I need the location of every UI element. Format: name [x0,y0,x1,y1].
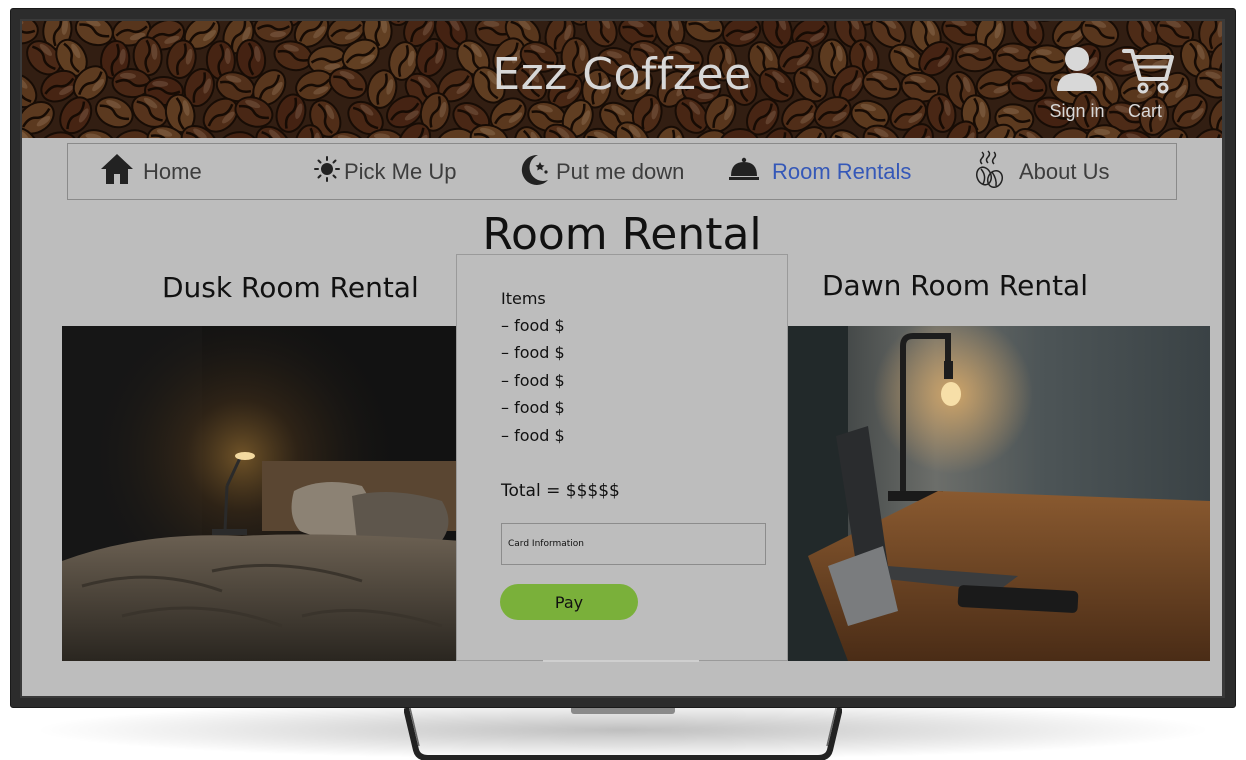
nav-item-about-us[interactable]: About Us [973,144,1110,199]
nav-item-home[interactable]: Home [99,144,202,199]
pay-button[interactable]: Pay [500,584,638,620]
sun-icon [314,155,340,188]
cart-label: Cart [1127,101,1162,121]
moon-stars-icon [520,152,552,192]
checkout-modal: Items – food $ – food $ – food $ – food … [456,254,788,662]
coffee-beans-icon [973,149,1005,194]
nav-item-put-me-down[interactable]: Put me down [520,144,684,199]
main-nav: Home Pick Me Up Put me down Room Rentals… [67,143,1177,200]
tv-stand [404,707,842,760]
nav-item-room-rentals[interactable]: Room Rentals [728,144,911,199]
site-header: Ezz Coffzee Sign in Cart [22,21,1222,138]
card-information-input[interactable] [501,523,766,565]
dawn-room-heading: Dawn Room Rental [822,269,1088,302]
dusk-room-heading: Dusk Room Rental [162,271,419,304]
cart-button[interactable]: Cart [1110,43,1180,123]
items-title: Items [501,289,546,308]
cart-icon [1122,49,1174,94]
screen: Ezz Coffzee Sign in Cart Home Pick Me Up… [22,21,1222,696]
dawn-room-image[interactable] [788,326,1210,661]
nav-item-pick-me-up[interactable]: Pick Me Up [314,144,456,199]
dusk-room-image[interactable] [62,326,462,661]
order-item: – food $ [501,343,565,362]
sign-in-label: Sign in [1049,101,1105,121]
user-icon [1057,47,1097,91]
nav-label-about-us: About Us [1019,158,1110,184]
order-item: – food $ [501,371,565,390]
nav-label-put-me-down: Put me down [556,158,685,184]
nav-label-room-rentals: Room Rentals [772,158,912,184]
order-item: – food $ [501,398,565,417]
order-item: – food $ [501,426,565,445]
order-total: Total = $$$$$ [501,481,620,501]
page-title: Room Rental [482,209,762,260]
nav-label-pick-me-up: Pick Me Up [344,158,457,184]
order-item: – food $ [501,316,565,335]
service-bell-icon [728,156,760,188]
nav-label-home: Home [143,158,202,184]
modal-divider [543,660,699,662]
home-icon [99,152,135,192]
sign-in-button[interactable]: Sign in [1042,43,1112,123]
